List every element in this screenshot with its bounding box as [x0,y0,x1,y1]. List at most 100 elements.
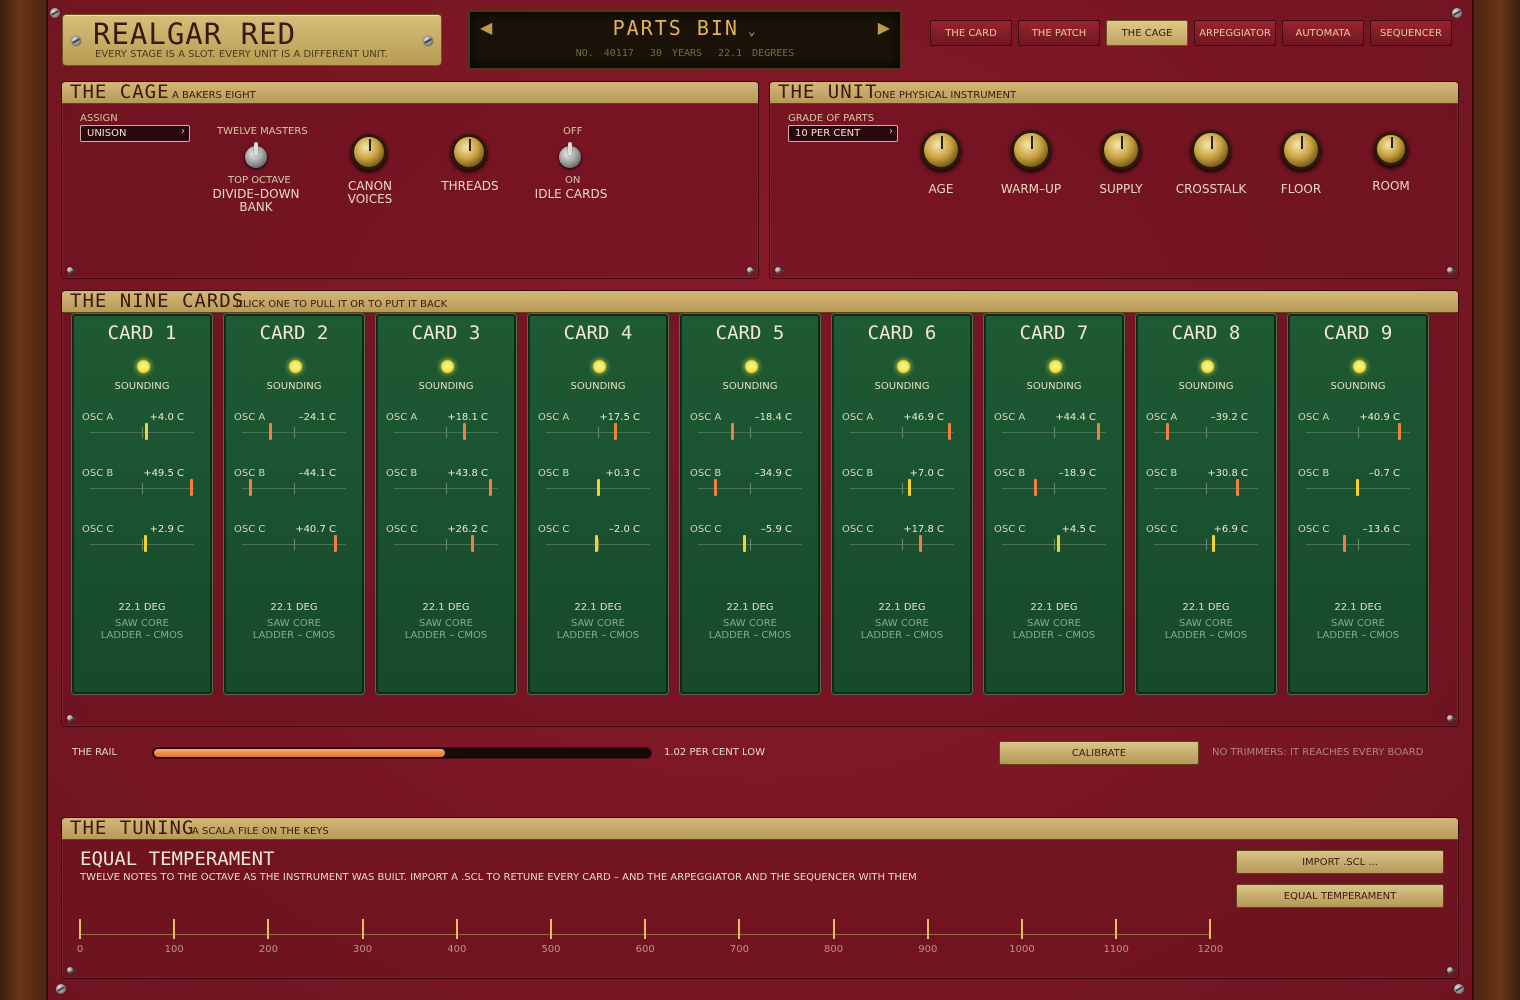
detune-marker[interactable] [1235,479,1239,496]
patch-meta: NO. 40117 30 YEARS 22.1 DEGREES [575,48,795,59]
detune-marker[interactable] [730,423,734,440]
tab-sequencer[interactable]: SEQUENCER [1370,20,1452,46]
detune-marker[interactable] [907,479,911,496]
detune-marker[interactable] [743,535,747,552]
osc-cents: +46.9 C [903,412,944,423]
detune-marker[interactable] [947,423,951,440]
card-9[interactable]: CARD 9 SOUNDING OSC A +40.9 C OSC B –0.7 C OSC… [1288,314,1428,694]
card-3[interactable]: CARD 3 SOUNDING OSC A +18.1 C OSC B +43.8 C OS… [376,314,516,694]
tab-the-card[interactable]: THE CARD [930,20,1012,46]
detune-track [90,479,194,496]
card-status: SOUNDING [1330,381,1386,392]
assign-select[interactable]: UNISON [80,125,190,142]
brand-plate: REALGAR RED EVERY STAGE IS A SLOT. EVERY… [62,14,442,66]
detune-marker[interactable] [268,423,272,440]
detune-marker[interactable] [1356,479,1360,496]
osc-name: OSC C [538,524,570,535]
detune-marker[interactable] [143,535,147,552]
detune-track [394,423,498,440]
osc-cents: –13.6 C [1362,524,1400,535]
detune-marker[interactable] [595,535,598,552]
detune-marker[interactable] [1165,423,1169,440]
threads-knob[interactable] [451,134,487,170]
card-title: CARD 1 [107,322,177,344]
card-5[interactable]: CARD 5 SOUNDING OSC A –18.4 C OSC B –34.9 C OS… [680,314,820,694]
detune-marker[interactable] [714,479,718,496]
tab-automata[interactable]: AUTOMATA [1282,20,1364,46]
detune-marker[interactable] [614,423,618,440]
card-4[interactable]: CARD 4 SOUNDING OSC A +17.5 C OSC B +0.3 C OSC… [528,314,668,694]
patch-name[interactable]: PARTS BIN ⌄ [470,16,900,40]
detune-marker[interactable] [1057,535,1061,552]
detune-marker[interactable] [1397,423,1401,440]
osc-row: OSC A +18.1 C [386,412,506,452]
led-icon [289,360,302,373]
panel-title: THE NINE CARDS [70,290,245,312]
detune-track [546,479,650,496]
detune-marker[interactable] [248,479,252,496]
canon-voices-knob[interactable] [351,134,387,170]
osc-row: OSC C +4.5 C [994,524,1114,564]
scale-tick-label: 700 [729,944,749,955]
card-title: CARD 3 [411,322,481,344]
osc-cents: +4.0 C [149,412,184,423]
scale-tick-label: 200 [258,944,278,955]
detune-marker[interactable] [1211,535,1215,552]
tab-arpeggiator[interactable]: ARPEGGIATOR [1194,20,1276,46]
import-scl-button[interactable]: IMPORT .SCL ... [1236,850,1444,874]
screw-icon [56,984,66,994]
scale-tick-label: 1000 [1009,944,1035,955]
detune-marker[interactable] [1343,535,1347,552]
screw-icon [67,715,73,721]
osc-row: OSC C +40.7 C [234,524,354,564]
equal-temperament-button[interactable]: EQUAL TEMPERAMENT [1236,884,1444,908]
warm-up-knob[interactable] [1011,130,1051,170]
card-8[interactable]: CARD 8 SOUNDING OSC A –39.2 C OSC B +30.8 C OS… [1136,314,1276,694]
osc-row: OSC A +46.9 C [842,412,962,452]
card-1[interactable]: CARD 1 SOUNDING OSC A +4.0 C OSC B +49.5 C OSC… [72,314,212,694]
osc-name: OSC B [994,468,1026,479]
age-knob[interactable] [921,130,961,170]
calibrate-button[interactable]: CALIBRATE [999,741,1199,765]
osc-name: OSC B [842,468,874,479]
tab-the-patch[interactable]: THE PATCH [1018,20,1100,46]
card-filter: LADDER – CMOS [556,630,640,641]
detune-marker[interactable] [144,423,148,440]
detune-marker[interactable] [918,535,922,552]
osc-name: OSC A [690,412,722,423]
detune-marker[interactable] [597,479,601,496]
supply-knob[interactable] [1101,130,1141,170]
bank-label: BANK [239,200,273,214]
room-knob[interactable] [1374,132,1408,166]
crosstalk-knob[interactable] [1191,130,1231,170]
floor-knob[interactable] [1281,130,1321,170]
panel-subtitle: A BAKERS EIGHT [172,90,256,101]
grade-label: GRADE OF PARTS [788,113,875,124]
detune-marker[interactable] [463,423,467,440]
screw-icon [1452,8,1462,18]
detune-marker[interactable] [1097,423,1101,440]
top-octave-toggle[interactable] [245,142,267,168]
osc-name: OSC C [1146,524,1178,535]
card-title: CARD 8 [1171,322,1241,344]
detune-track [850,535,954,552]
detune-marker[interactable] [488,479,492,496]
detune-marker[interactable] [190,479,194,496]
card-2[interactable]: CARD 2 SOUNDING OSC A –24.1 C OSC B –44.1 C OS… [224,314,364,694]
grade-select[interactable]: 10 PER CENT [788,125,898,142]
osc-name: OSC B [386,468,418,479]
card-status: SOUNDING [722,381,778,392]
detune-marker[interactable] [471,535,475,552]
card-6[interactable]: CARD 6 SOUNDING OSC A +46.9 C OSC B +7.0 C OSC… [832,314,972,694]
osc-row: OSC A –24.1 C [234,412,354,452]
screw-icon [1447,267,1453,273]
idle-cards-toggle[interactable] [559,142,581,168]
detune-marker[interactable] [333,535,337,552]
detune-marker[interactable] [1034,479,1038,496]
scale-tick [550,919,552,939]
detune-track [1154,535,1258,552]
detune-track [1154,479,1258,496]
led-icon [441,360,454,373]
tab-the-cage[interactable]: THE CAGE [1106,20,1188,46]
card-7[interactable]: CARD 7 SOUNDING OSC A +44.4 C OSC B –18.9 C OS… [984,314,1124,694]
